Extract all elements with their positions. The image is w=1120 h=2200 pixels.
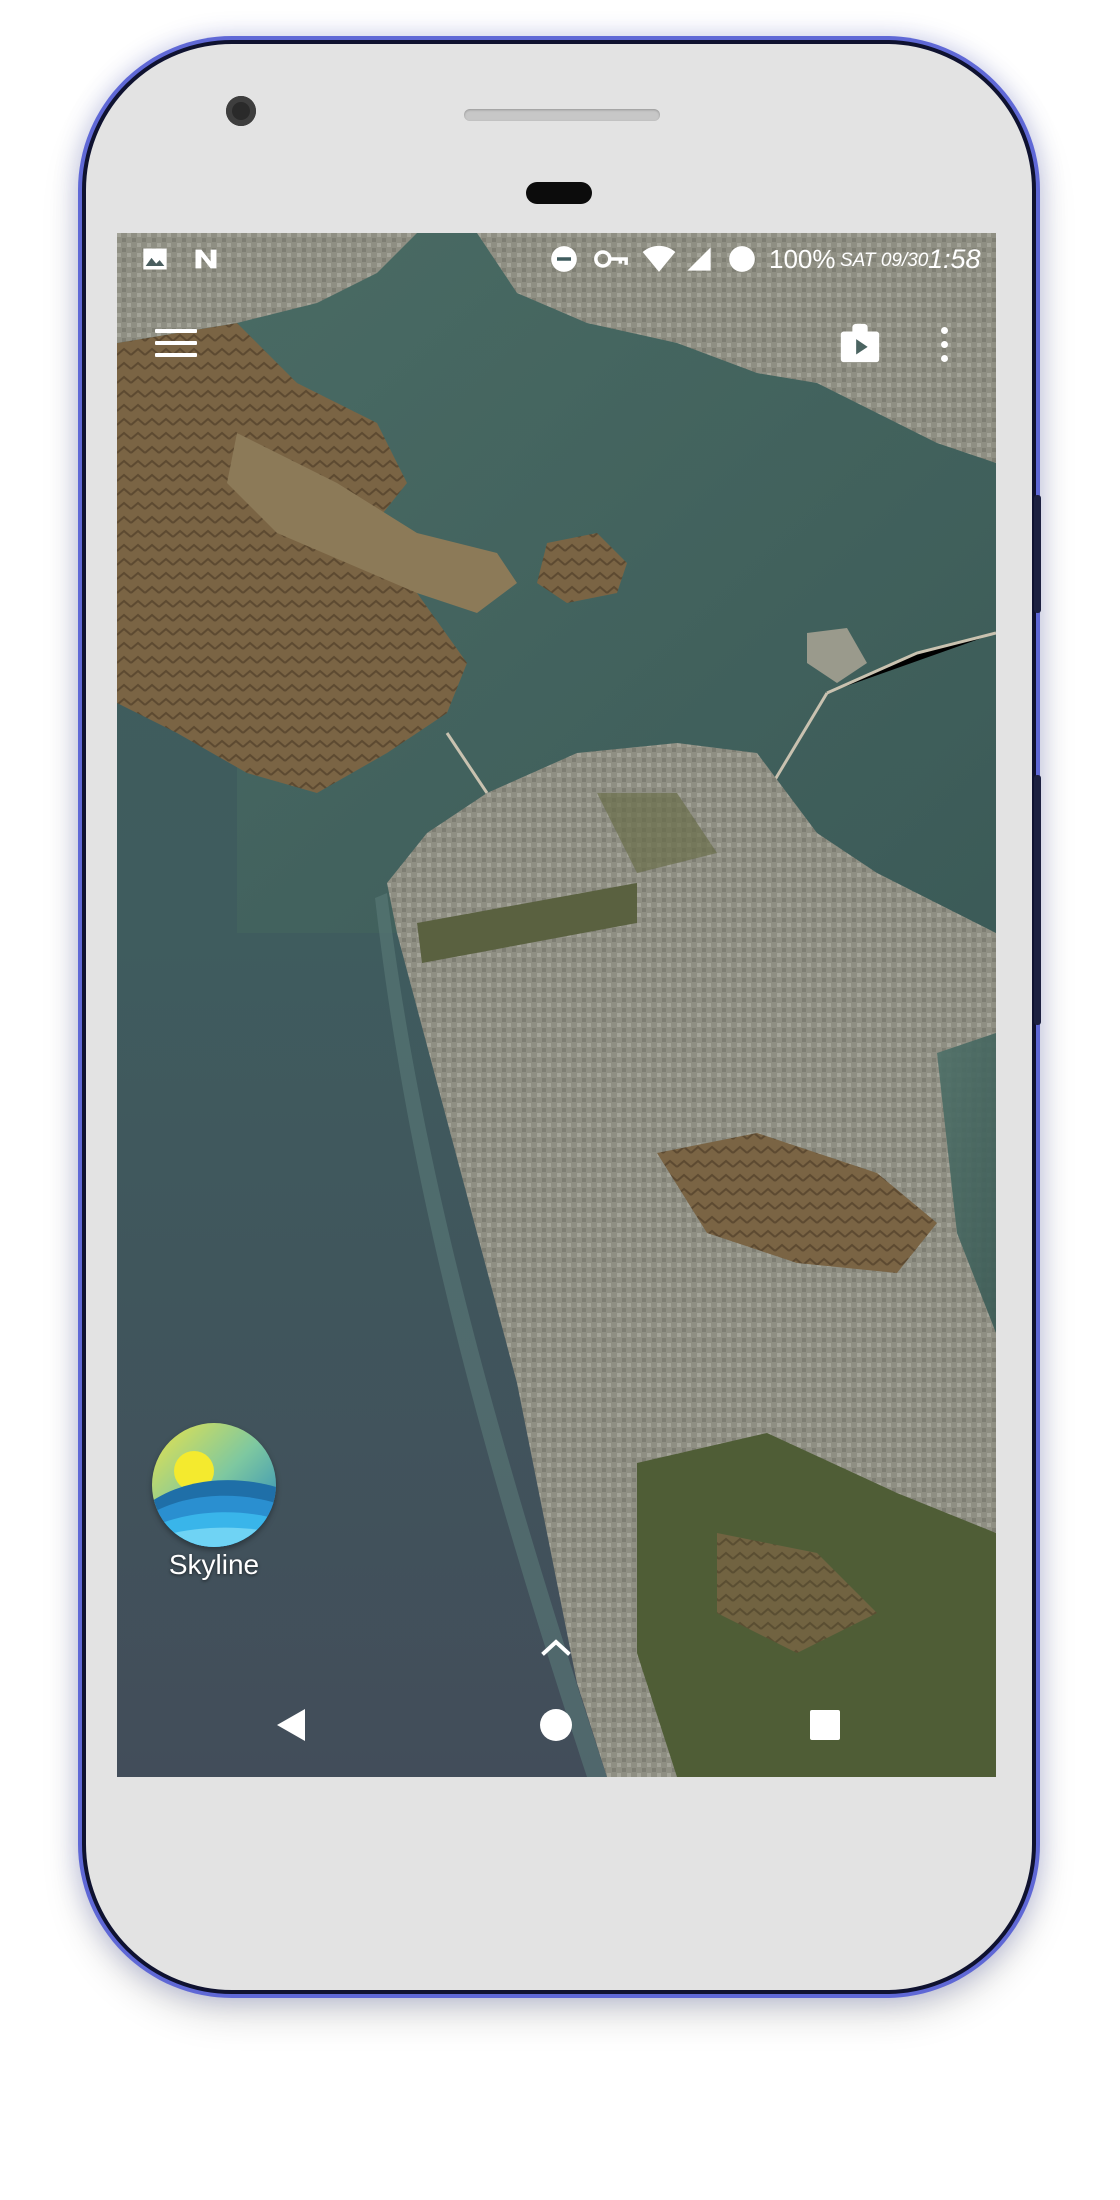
more-vert-icon[interactable]	[937, 325, 953, 365]
status-bar: 100% SAT 09/30 1:58	[117, 233, 996, 285]
status-time: 1:58	[928, 244, 981, 274]
canvas: 100% SAT 09/30 1:58 Skyline	[0, 0, 1120, 2200]
front-camera	[226, 96, 256, 126]
back-icon[interactable]	[275, 1707, 307, 1743]
power-button	[1034, 495, 1041, 613]
recents-icon[interactable]	[810, 1710, 840, 1740]
status-date: SAT 09/30	[840, 250, 929, 271]
home-icon[interactable]	[540, 1709, 572, 1741]
play-store-icon[interactable]	[837, 320, 883, 366]
cell-signal-icon	[687, 247, 711, 271]
skyline-app-icon	[152, 1423, 276, 1547]
do-not-disturb-icon	[551, 246, 577, 272]
vpn-key-icon	[594, 250, 628, 268]
speaker-grille	[464, 109, 660, 121]
home-screen: 100% SAT 09/30 1:58 Skyline	[117, 233, 996, 1777]
app-label: Skyline	[168, 1549, 260, 1580]
image-icon	[143, 248, 167, 270]
chevron-up-icon[interactable]	[541, 1637, 571, 1657]
proximity-sensor	[526, 182, 592, 204]
home-app-shortcut[interactable]: Skyline	[139, 1423, 289, 1580]
battery-percentage: 100%	[769, 244, 836, 274]
battery-icon	[729, 246, 755, 272]
volume-button	[1034, 775, 1041, 1025]
menu-icon[interactable]	[155, 327, 197, 359]
wifi-icon	[642, 245, 676, 272]
n-logo-icon	[195, 249, 217, 269]
